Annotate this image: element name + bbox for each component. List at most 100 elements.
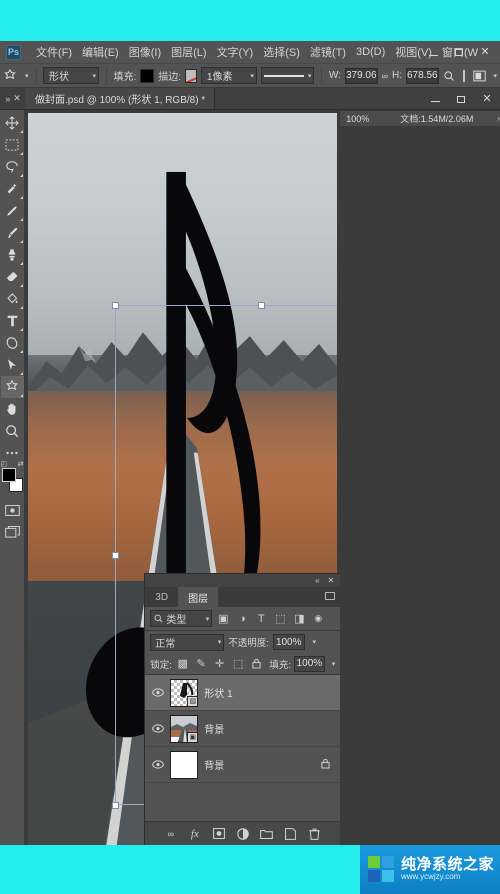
layer-row-shape-1[interactable]: ▧ 形状 1 xyxy=(145,675,341,711)
tab-close-icon[interactable]: ✕ xyxy=(13,93,21,104)
layer-name-shape-1[interactable]: 形状 1 xyxy=(204,685,334,700)
smart-object-badge-icon[interactable]: ▣ xyxy=(187,731,198,742)
path-operations-icon[interactable] xyxy=(443,66,455,85)
menu-filter[interactable]: 滤镜(T) xyxy=(305,41,351,63)
transform-handle-bl[interactable] xyxy=(112,802,119,809)
document-tab[interactable]: 做封面.psd @ 100% (形状 1, RGB/8) * xyxy=(26,88,216,109)
switch-colors-icon[interactable]: ⇄ xyxy=(18,460,24,468)
layer-name-background-locked[interactable]: 背景 xyxy=(204,757,315,772)
filter-toggle-icon[interactable]: ◉ xyxy=(310,611,326,627)
width-input[interactable]: 379.06 xyxy=(344,67,378,84)
new-layer-button[interactable] xyxy=(283,826,298,841)
hand-tool[interactable] xyxy=(1,398,24,420)
custom-shape-icon[interactable] xyxy=(3,66,17,85)
custom-shape-tool[interactable] xyxy=(0,376,24,398)
stroke-style-select[interactable]: ▾ xyxy=(260,67,315,84)
layer-row-background-locked[interactable]: 背景 xyxy=(145,747,341,783)
layer-visibility-icon[interactable] xyxy=(151,686,164,699)
layer-thumbnail-white[interactable] xyxy=(170,750,199,779)
menu-type[interactable]: 文字(Y) xyxy=(212,41,259,63)
screen-mode-button[interactable] xyxy=(1,521,24,543)
path-align-icon[interactable] xyxy=(459,66,469,85)
fill-input[interactable]: 100% xyxy=(294,655,325,672)
layer-thumbnail-shape[interactable]: ▧ xyxy=(170,678,199,707)
filter-adjustment-icon[interactable]: ◑ xyxy=(234,611,250,627)
layer-visibility-icon[interactable] xyxy=(151,758,164,771)
zoom-level[interactable]: 100% xyxy=(340,114,396,124)
layer-thumbnail-photo[interactable]: ▣ xyxy=(170,714,199,743)
lock-position-icon[interactable]: ✛ xyxy=(212,656,227,672)
new-group-button[interactable] xyxy=(259,826,274,841)
zoom-tool[interactable] xyxy=(1,420,24,442)
pen-tool[interactable] xyxy=(1,332,24,354)
opacity-chevron-icon[interactable]: ▾ xyxy=(313,638,317,646)
transform-handle-tc[interactable] xyxy=(258,302,265,309)
menu-layer[interactable]: 图层(L) xyxy=(166,41,211,63)
filter-type-icon[interactable]: T xyxy=(253,611,269,627)
clone-stamp-tool[interactable] xyxy=(1,244,24,266)
path-arrange-icon[interactable] xyxy=(472,66,486,85)
menu-edit[interactable]: 编辑(E) xyxy=(77,41,124,63)
doc-maximize-button[interactable] xyxy=(448,88,474,110)
paint-bucket-tool[interactable] xyxy=(1,288,24,310)
close-button[interactable]: ✕ xyxy=(472,42,498,63)
panel-menu-icon[interactable] xyxy=(325,592,336,600)
layer-mask-button[interactable] xyxy=(211,826,226,841)
layer-visibility-icon[interactable] xyxy=(151,722,164,735)
doc-close-button[interactable]: ✕ xyxy=(474,88,500,110)
brush-tool[interactable] xyxy=(1,222,24,244)
opacity-input[interactable]: 100% xyxy=(272,634,305,650)
eraser-tool[interactable] xyxy=(1,266,24,288)
transform-handle-ml[interactable] xyxy=(112,552,119,559)
move-tool[interactable] xyxy=(1,112,24,134)
blend-mode-select[interactable]: 正常 ▾ xyxy=(150,633,225,651)
tab-overflow-icon[interactable]: » ✕ xyxy=(0,88,26,109)
tab-layers[interactable]: 图层 xyxy=(178,587,219,607)
maximize-button[interactable] xyxy=(446,42,472,63)
type-tool[interactable] xyxy=(1,310,24,332)
shape-mode-select[interactable]: 形状 ▾ xyxy=(43,67,100,84)
doc-minimize-button[interactable] xyxy=(422,88,448,110)
lasso-tool[interactable] xyxy=(1,156,24,178)
stroke-color-swatch[interactable] xyxy=(184,68,197,83)
options-overflow-chevron-icon[interactable]: ▾ xyxy=(494,72,498,80)
foreground-color-swatch[interactable] xyxy=(1,468,16,482)
eyedropper-tool[interactable] xyxy=(1,200,24,222)
default-colors-icon[interactable]: ◰ xyxy=(1,460,8,468)
height-input[interactable]: 678.56 xyxy=(405,67,439,84)
transform-handle-tl[interactable] xyxy=(112,302,119,309)
canvas-area[interactable]: « ✕ 3D 图层 类型 ▾ ▣ ◑ T ⬚ ◨ ◉ 正常 ▾ 不透明度: 10… xyxy=(25,110,341,845)
fill-color-swatch[interactable] xyxy=(140,68,155,83)
filter-pixel-icon[interactable]: ▣ xyxy=(215,611,231,627)
lock-transparent-pixels-icon[interactable]: ▩ xyxy=(175,656,190,672)
menu-select[interactable]: 选择(S) xyxy=(258,41,305,63)
lock-all-icon[interactable] xyxy=(249,656,264,672)
filter-type-select[interactable]: 类型 ▾ xyxy=(150,610,213,627)
vector-mask-badge-icon[interactable]: ▧ xyxy=(187,695,198,706)
lock-image-pixels-icon[interactable]: ✎ xyxy=(193,656,208,672)
stroke-width-select[interactable]: 1像素 ▾ xyxy=(200,67,257,84)
quick-mask-button[interactable] xyxy=(1,499,24,521)
quick-selection-tool[interactable] xyxy=(1,178,24,200)
adjustment-layer-button[interactable] xyxy=(235,826,250,841)
fill-chevron-icon[interactable]: ▾ xyxy=(332,660,336,668)
close-icon[interactable]: ✕ xyxy=(328,576,335,585)
tab-3d[interactable]: 3D xyxy=(145,587,179,607)
tool-preset-chevron-icon[interactable]: ▾ xyxy=(25,72,29,80)
delete-layer-button[interactable] xyxy=(307,826,322,841)
lock-artboard-icon[interactable]: ⬚ xyxy=(230,656,245,672)
filter-smart-object-icon[interactable]: ◨ xyxy=(291,611,307,627)
link-layers-button[interactable]: ∞ xyxy=(163,826,178,841)
minimize-button[interactable] xyxy=(420,42,446,63)
filter-shape-icon[interactable]: ⬚ xyxy=(272,611,288,627)
color-swatches[interactable]: ◰ ⇄ xyxy=(1,461,24,493)
layer-name-background-photo[interactable]: 背景 xyxy=(204,721,334,736)
menu-image[interactable]: 图像(I) xyxy=(124,41,166,63)
layer-style-button[interactable]: fx xyxy=(187,826,202,841)
link-chain-icon[interactable]: ∞ xyxy=(382,71,388,81)
rectangular-marquee-tool[interactable] xyxy=(1,134,24,156)
menu-3d[interactable]: 3D(D) xyxy=(351,43,390,61)
layer-row-background-photo[interactable]: ▣ 背景 xyxy=(145,711,341,747)
collapse-icon[interactable]: « xyxy=(315,576,319,585)
path-selection-tool[interactable] xyxy=(1,354,24,376)
